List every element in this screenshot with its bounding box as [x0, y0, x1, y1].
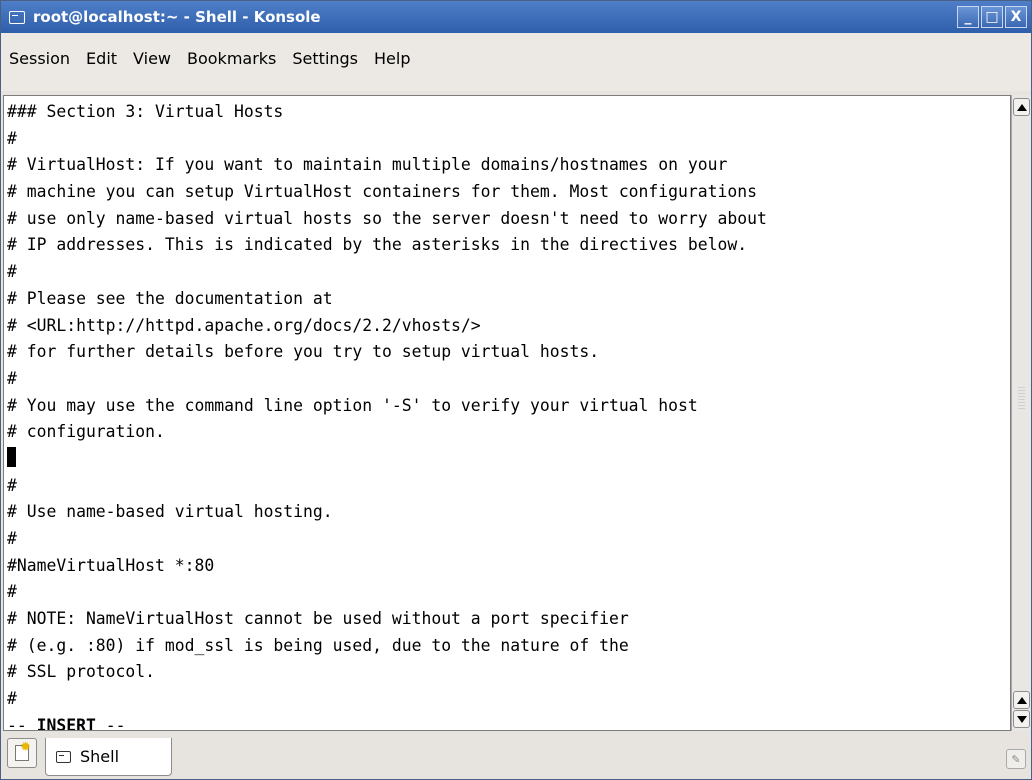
- text-cursor: [7, 446, 16, 467]
- scroll-down-button[interactable]: [1013, 710, 1030, 728]
- tab-label: Shell: [80, 747, 120, 766]
- menu-help[interactable]: Help: [366, 49, 418, 68]
- terminal-line: #: [7, 368, 17, 388]
- konsole-window: root@localhost:~ - Shell - Konsole _ □ X…: [0, 0, 1032, 780]
- arrow-down-icon: [1016, 715, 1027, 723]
- menu-edit[interactable]: Edit: [78, 49, 125, 68]
- star-icon: ✹: [20, 740, 31, 755]
- scroll-up-button[interactable]: [1013, 98, 1030, 116]
- terminal-line: # NOTE: NameVirtualHost cannot be used w…: [7, 609, 629, 629]
- close-tab-button[interactable]: ✎: [1006, 749, 1026, 769]
- window-title: root@localhost:~ - Shell - Konsole: [33, 8, 321, 26]
- window-controls: _ □ X: [955, 6, 1027, 28]
- terminal-line: #NameVirtualHost *:80: [7, 555, 215, 575]
- tab-bar: ✹ Shell ✎: [1, 732, 1031, 779]
- cursor-line: [7, 446, 1010, 473]
- minimize-button[interactable]: _: [957, 6, 979, 28]
- terminal-line: ### Section 3: Virtual Hosts: [7, 102, 284, 121]
- menu-bookmarks[interactable]: Bookmarks: [179, 49, 284, 68]
- terminal-line: # Please see the documentation at: [7, 288, 333, 308]
- terminal-display[interactable]: ### Section 3: Virtual Hosts # # VirtualHo…: [3, 95, 1011, 731]
- terminal-line: # for further details before you try to …: [7, 342, 600, 362]
- terminal-line: # machine you can setup VirtualHost cont…: [7, 182, 757, 202]
- vertical-scrollbar[interactable]: [1011, 95, 1031, 731]
- terminal-line: # You may use the command line option '-…: [7, 395, 698, 415]
- new-tab-button[interactable]: ✹: [7, 738, 37, 768]
- terminal-line: # use only name-based virtual hosts so t…: [7, 208, 767, 228]
- close-button[interactable]: X: [1005, 6, 1027, 28]
- terminal-line: #: [7, 529, 17, 548]
- terminal-line: # (e.g. :80) if mod_ssl is being used, d…: [7, 635, 629, 655]
- terminal-line: #: [7, 128, 17, 148]
- menu-session[interactable]: Session: [9, 49, 78, 68]
- terminal-line: #: [7, 689, 17, 709]
- menu-settings[interactable]: Settings: [284, 49, 366, 68]
- mode-label: INSERT: [36, 715, 96, 731]
- konsole-app-icon[interactable]: [9, 10, 25, 24]
- scroll-up-button-bottom[interactable]: [1013, 691, 1030, 709]
- terminal-icon: [56, 750, 71, 763]
- arrow-up-icon: [1016, 103, 1027, 111]
- terminal-line: #: [7, 475, 17, 495]
- terminal-line: # configuration.: [7, 422, 165, 442]
- tab-shell[interactable]: Shell: [45, 738, 172, 776]
- menu-bar: Session Edit View Bookmarks Settings Hel…: [1, 33, 1031, 91]
- mode-suffix: --: [95, 715, 126, 731]
- terminal-line: #: [7, 582, 17, 602]
- close-tab-icon: ✎: [1011, 752, 1021, 766]
- terminal-line: #: [7, 262, 17, 282]
- arrow-up-icon: [1016, 696, 1027, 704]
- terminal-line: # <URL:http://httpd.apache.org/docs/2.2/…: [7, 315, 481, 335]
- terminal-line: # SSL protocol.: [7, 662, 156, 682]
- terminal-line: # IP addresses. This is indicated by the…: [7, 235, 748, 255]
- terminal-line: # Use name-based virtual hosting.: [7, 502, 333, 522]
- scrollbar-grip-icon[interactable]: [1018, 387, 1025, 409]
- mode-prefix: --: [7, 715, 37, 731]
- vim-mode-line: -- INSERT --: [7, 713, 1010, 731]
- maximize-button[interactable]: □: [981, 6, 1003, 28]
- menu-view[interactable]: View: [125, 49, 179, 68]
- terminal-line: # VirtualHost: If you want to maintain m…: [7, 155, 728, 175]
- title-bar[interactable]: root@localhost:~ - Shell - Konsole _ □ X: [1, 1, 1031, 33]
